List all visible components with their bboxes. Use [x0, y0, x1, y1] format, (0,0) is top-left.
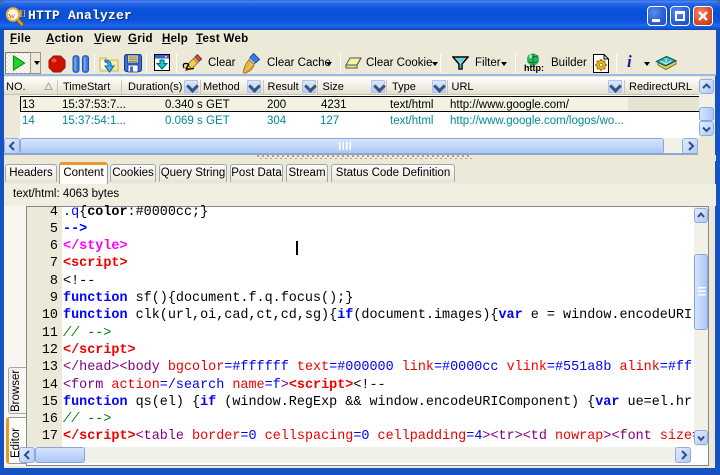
svg-text:w: w — [8, 12, 15, 22]
svg-text:II: II — [19, 9, 25, 20]
svg-text:?: ? — [664, 56, 668, 66]
